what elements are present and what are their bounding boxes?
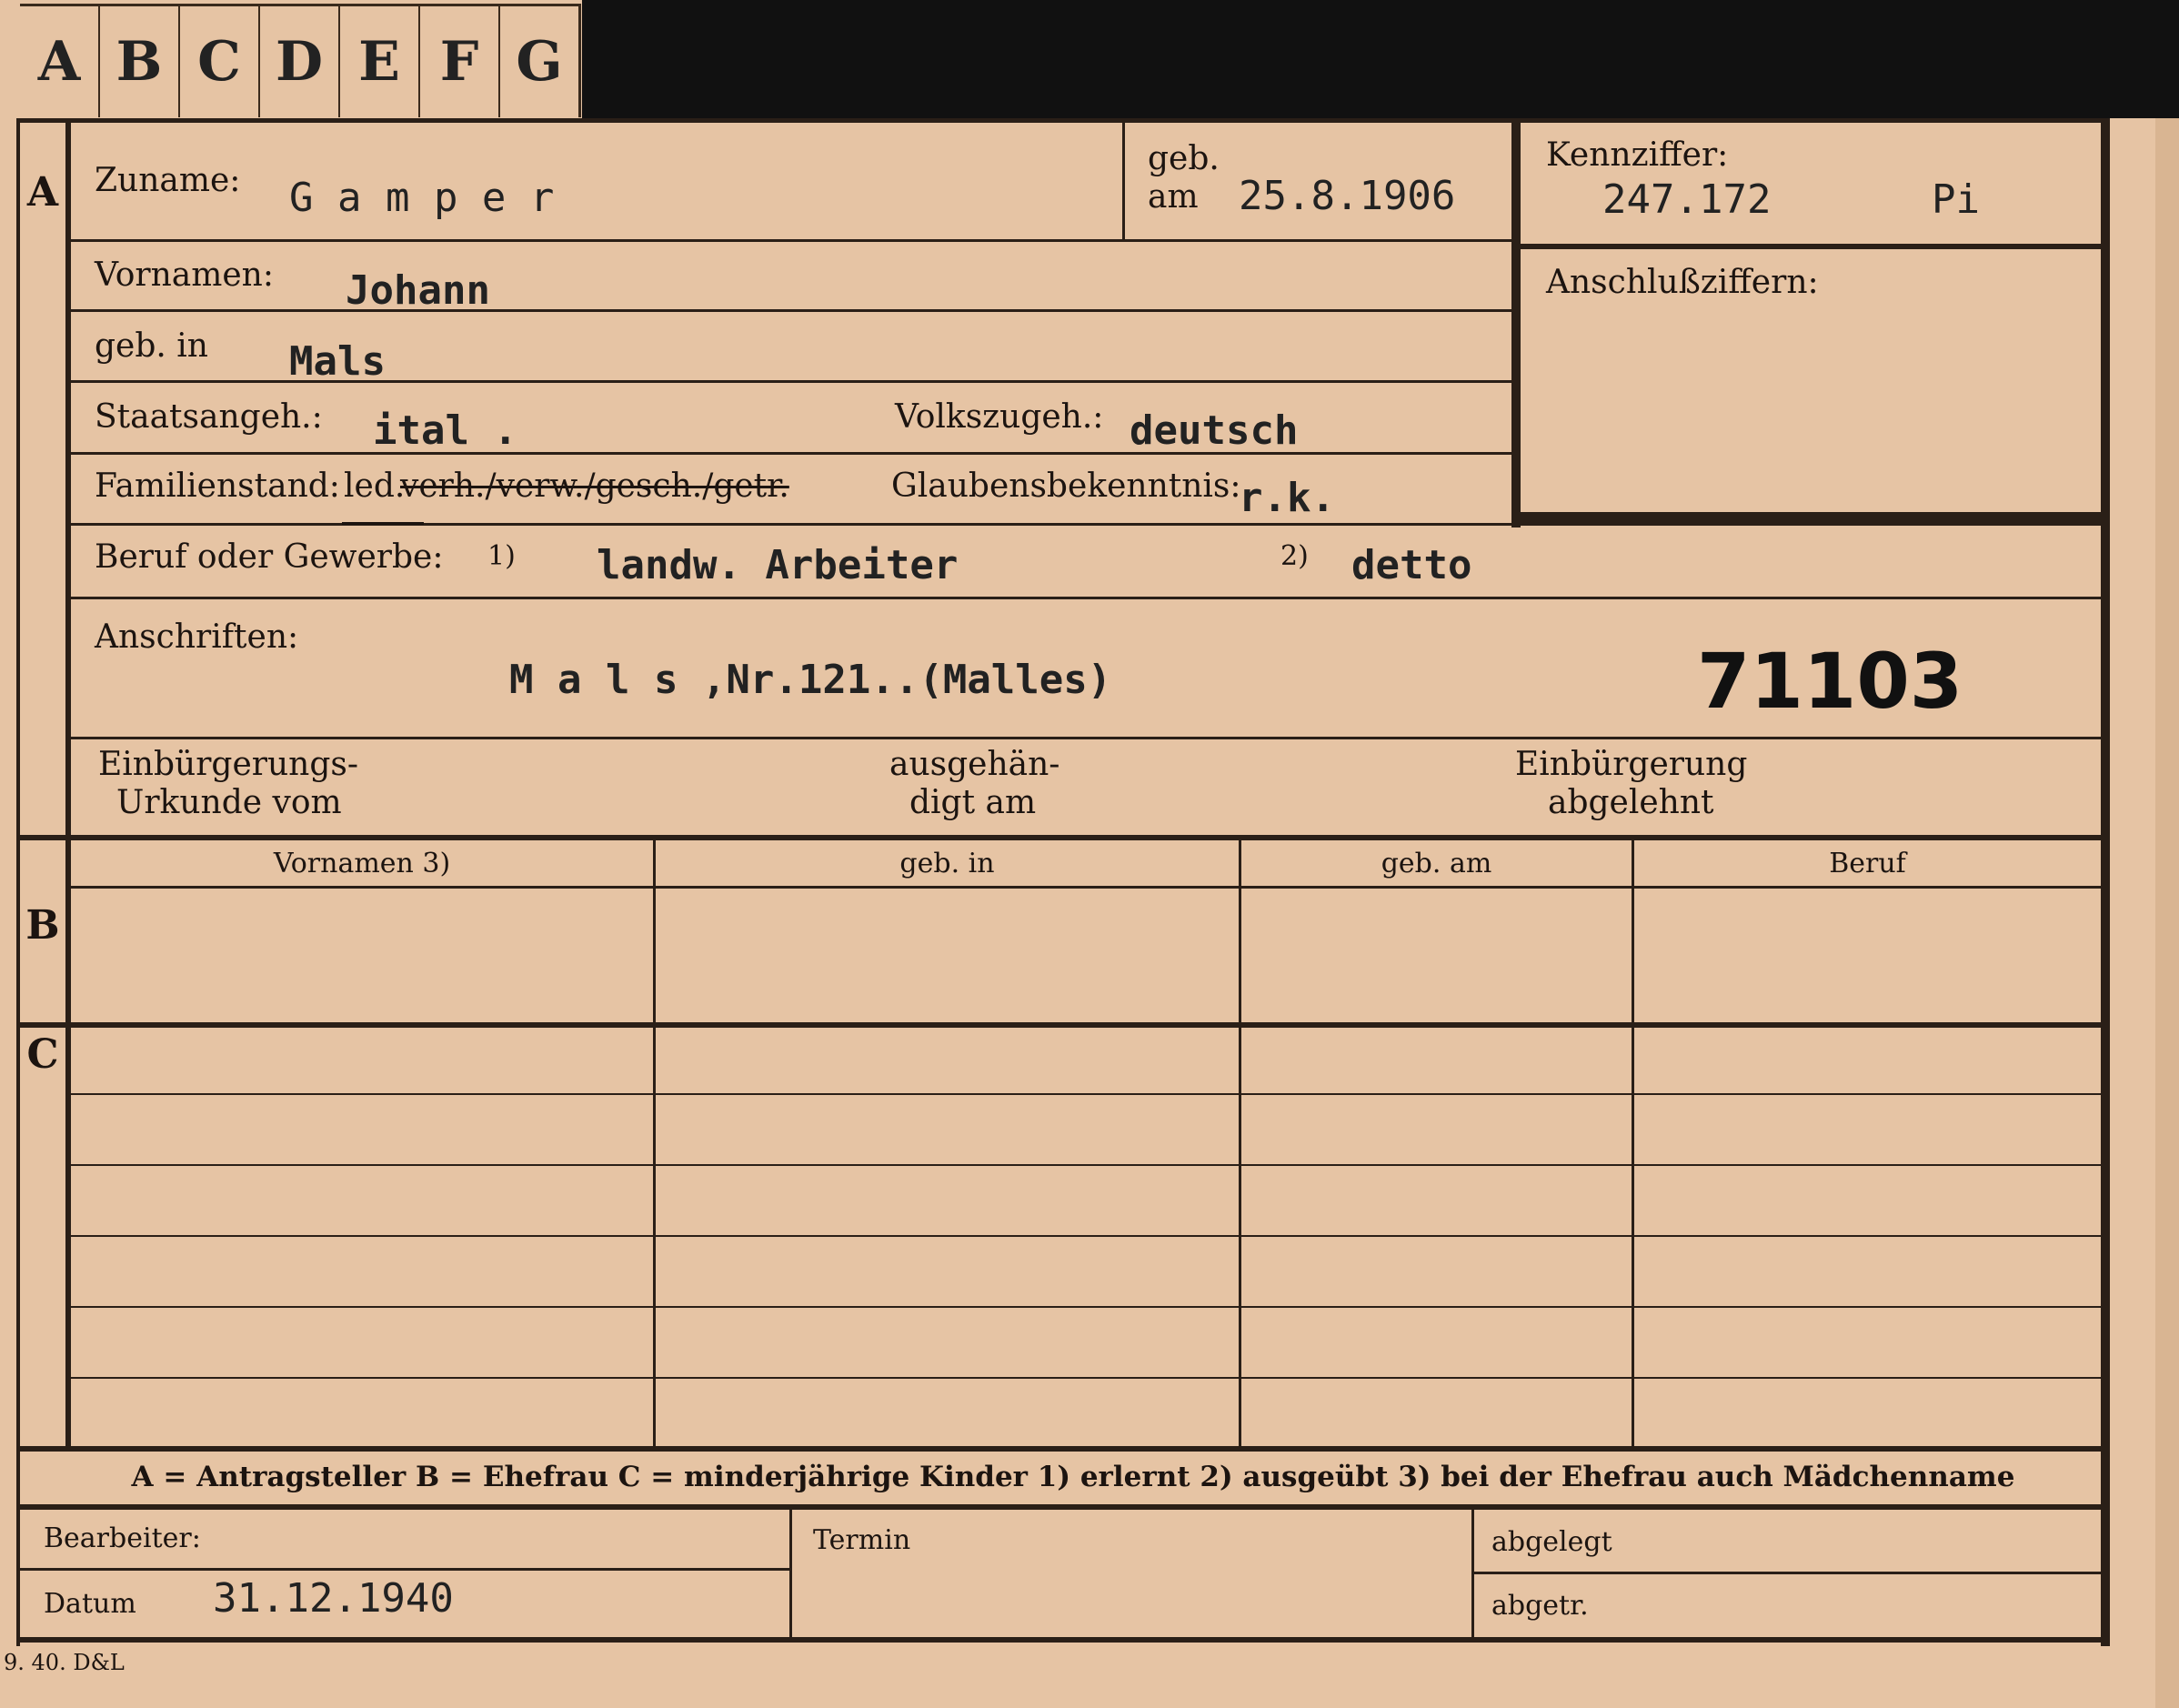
glaubens-value: r.k.: [1239, 475, 1335, 521]
familienstand-label: Familienstand:: [95, 467, 340, 505]
kennziffer-box-bottom: [1521, 512, 2103, 523]
section-c-bottom: [16, 1446, 2101, 1452]
row-line: [71, 1377, 2101, 1379]
section-divider: [65, 118, 71, 1446]
row-line: [71, 1306, 2101, 1308]
footer-col: [789, 1510, 792, 1637]
anschriften-label: Anschriften:: [95, 618, 299, 656]
frame-right: [2101, 118, 2110, 1646]
geb-am-value: 25.8.1906: [1239, 173, 1456, 219]
einb-urkunde-label-2: Urkunde vom: [116, 784, 342, 821]
familienstand-selected: led.: [344, 467, 406, 505]
tab-f[interactable]: F: [420, 4, 501, 117]
row-line: [1122, 123, 1125, 239]
footer-row: [1473, 1572, 2101, 1574]
section-a-letter: A: [26, 169, 59, 216]
background-strip: [582, 0, 2179, 118]
row-line: [71, 239, 1511, 242]
section-a-bottom: [16, 835, 2101, 840]
footer-row: [16, 1568, 789, 1571]
row-line: [71, 597, 2101, 599]
beruf-2-value: detto: [1351, 542, 1472, 588]
zuname-label: Zuname:: [95, 162, 241, 199]
volkszugeh-value: deutsch: [1130, 407, 1299, 454]
row-line: [71, 1235, 2101, 1237]
beruf-label: Beruf oder Gewerbe:: [95, 538, 444, 576]
geb-in-value: Mals: [289, 338, 386, 385]
legend-bottom: [16, 1504, 2101, 1510]
termin-label: Termin: [813, 1524, 911, 1556]
frame-bottom: [16, 1637, 2110, 1643]
ausgehaendigt-label-2: digt am: [909, 784, 1037, 821]
frame-left: [16, 118, 20, 1646]
legend: A = Antragsteller B = Ehefrau C = minder…: [131, 1461, 2015, 1493]
section-b-letter: B: [25, 902, 60, 949]
table-header-line: [71, 886, 2101, 889]
bearbeiter-label: Bearbeiter:: [44, 1522, 201, 1554]
beruf-footnote-1: 1): [487, 540, 516, 572]
tab-e[interactable]: E: [340, 4, 421, 117]
right-edge: [2155, 118, 2179, 1708]
familienstand-struck: verh./verw./gesch./getr.: [400, 467, 789, 505]
anschrift-value: M a l s ,Nr.121..(Malles): [509, 657, 1112, 703]
einb-abgelehnt-label-1: Einbürgerung: [1515, 746, 1748, 783]
abgelegt-label: abgelegt: [1491, 1526, 1612, 1558]
datum-value: 31.12.1940: [213, 1575, 454, 1622]
col-line: [1632, 840, 1634, 1446]
abgetr-label: abgetr.: [1491, 1590, 1589, 1622]
kennziffer-box-mid: [1521, 244, 2103, 249]
einb-abgelehnt-label-2: abgelehnt: [1548, 784, 1714, 821]
row-line: [71, 309, 1511, 312]
row-line: [71, 1093, 2101, 1095]
kennziffer-value: 247.172: [1602, 176, 1772, 223]
col-line: [653, 840, 656, 1446]
table-header-vornamen: Vornamen 3): [273, 848, 451, 879]
table-header-geb-am: geb. am: [1381, 848, 1492, 879]
vornamen-value: Johann: [346, 267, 490, 314]
beruf-footnote-2: 2): [1280, 540, 1309, 572]
einb-urkunde-label-1: Einbürgerungs-: [98, 746, 359, 783]
tab-b[interactable]: B: [100, 4, 181, 117]
datum-label: Datum: [44, 1588, 136, 1620]
kennziffer-suffix: Pi: [1932, 176, 1980, 223]
staatsangeh-value: ital .: [373, 407, 517, 454]
familienstand-underline: [342, 522, 424, 525]
vornamen-label: Vornamen:: [95, 256, 274, 294]
row-line: [71, 737, 2101, 739]
row-line: [71, 1164, 2101, 1166]
zuname-value: G a m p e r: [289, 175, 555, 221]
tab-c[interactable]: C: [180, 4, 261, 117]
table-header-geb-in: geb. in: [899, 848, 995, 879]
col-line: [1239, 840, 1241, 1446]
geb-label-1: geb.: [1148, 140, 1220, 177]
geb-in-label: geb. in: [95, 327, 208, 365]
glaubens-label: Glaubensbekenntnis:: [891, 467, 1241, 505]
staatsangeh-label: Staatsangeh.:: [95, 398, 323, 436]
kennziffer-label: Kennziffer:: [1546, 136, 1729, 174]
tab-a[interactable]: A: [20, 4, 101, 117]
geb-label-2: am: [1148, 178, 1199, 216]
tab-d[interactable]: D: [260, 4, 341, 117]
volkszugeh-label: Volkszugeh.:: [895, 398, 1104, 436]
anschlussziffern-label: Anschlußziffern:: [1546, 264, 1819, 301]
print-code: 9. 40. D&L: [4, 1650, 125, 1675]
stamp-number: 71103: [1697, 637, 1963, 726]
row-line: [71, 380, 1511, 383]
section-b-bottom: [16, 1022, 2101, 1028]
frame-top: [16, 118, 2101, 123]
table-header-beruf: Beruf: [1829, 848, 1906, 879]
section-c-letter: C: [26, 1031, 59, 1078]
tab-g[interactable]: G: [500, 4, 581, 117]
ausgehaendigt-label-1: ausgehän-: [889, 746, 1060, 783]
kennziffer-box-left: [1511, 118, 1521, 527]
beruf-1-value: landw. Arbeiter: [597, 542, 959, 588]
